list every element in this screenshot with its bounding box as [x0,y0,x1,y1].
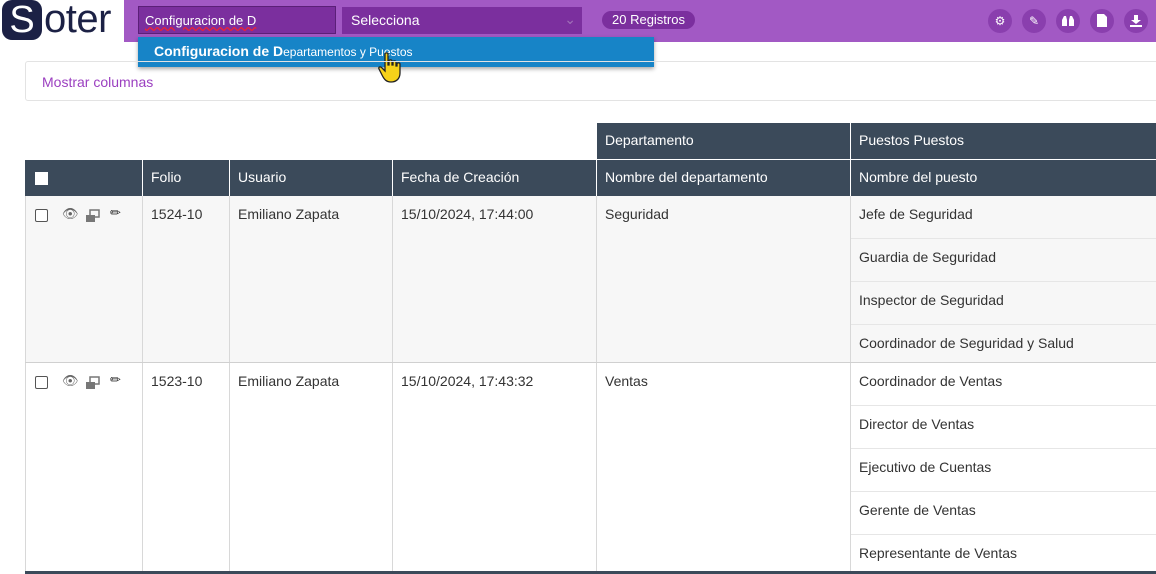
position-item: Ejecutivo de Cuentas [851,449,1156,492]
position-item: Jefe de Seguridad [851,196,1156,239]
records-count-badge: 20 Registros [602,11,695,29]
view-eye-icon[interactable]: 👁 [62,373,79,389]
logo-text: oter [44,0,111,41]
row-checkbox[interactable] [35,376,48,389]
header-position-name[interactable]: Nombre del puesto [851,160,1156,196]
position-item: Inspector de Seguridad [851,282,1156,325]
header-dept-name[interactable]: Nombre del departamento [597,160,851,196]
search-input-value: Configuracion de D [145,13,257,28]
cell-user: Emiliano Zapata [230,363,393,574]
chevron-down-icon: ⌄ [564,11,576,27]
row-checkbox[interactable] [35,209,48,222]
cell-user: Emiliano Zapata [230,196,393,362]
edit-pencil-icon[interactable]: ✏ [110,205,121,221]
header-created[interactable]: Fecha de Creación [393,160,597,196]
cell-department: Ventas [597,363,851,574]
select-all-checkbox[interactable] [35,172,48,185]
group-header-department: Departamento [597,123,850,159]
cell-department: Seguridad [597,196,851,362]
position-item: Director de Ventas [851,406,1156,449]
cell-created: 15/10/2024, 17:43:32 [393,363,597,574]
download-button[interactable] [1124,9,1148,33]
table-row-actions: 👁 ✏ [25,196,143,362]
edit-button[interactable]: ✎ [1022,9,1046,33]
edit-pencil-icon[interactable]: ✏ [110,372,121,388]
soter-logo[interactable]: S oter [0,0,124,42]
form-select-value: Selecciona [351,12,420,28]
group-header-positions: Puestos Puestos [851,123,1156,159]
logo-mark: S [2,0,42,40]
top-bar: S oter Configuracion de D Selecciona ⌄ 2… [0,0,1156,42]
header-folio[interactable]: Folio [143,160,230,196]
binoculars-icon [1062,16,1074,26]
position-item: Gerente de Ventas [851,492,1156,535]
cell-created: 15/10/2024, 17:44:00 [393,196,597,362]
document-icon [1097,14,1107,27]
show-columns-link[interactable]: Mostrar columnas [42,74,153,90]
document-button[interactable] [1090,9,1114,33]
header-user[interactable]: Usuario [230,160,393,196]
download-icon [1130,15,1142,27]
position-item: Coordinador de Ventas [851,363,1156,406]
form-select[interactable]: Selecciona ⌄ [342,7,582,34]
position-item: Representante de Ventas [859,545,1018,561]
gear-icon: ⚙ [994,14,1006,28]
find-button[interactable] [1056,9,1080,33]
cell-folio: 1524-10 [143,196,230,362]
autocomplete-match: Configuracion de D [154,43,284,59]
table-row-actions: 👁 ✏ [25,363,143,574]
search-input[interactable]: Configuracion de D [138,6,336,34]
cell-folio: 1523-10 [143,363,230,574]
columns-panel: Mostrar columnas [25,61,1156,101]
view-eye-icon[interactable]: 👁 [62,206,79,222]
position-item: Guardia de Seguridad [851,239,1156,282]
duplicate-icon[interactable] [85,376,101,390]
settings-button[interactable]: ⚙ [988,9,1012,33]
duplicate-icon[interactable] [85,209,101,223]
pencil-icon: ✎ [1028,14,1040,28]
